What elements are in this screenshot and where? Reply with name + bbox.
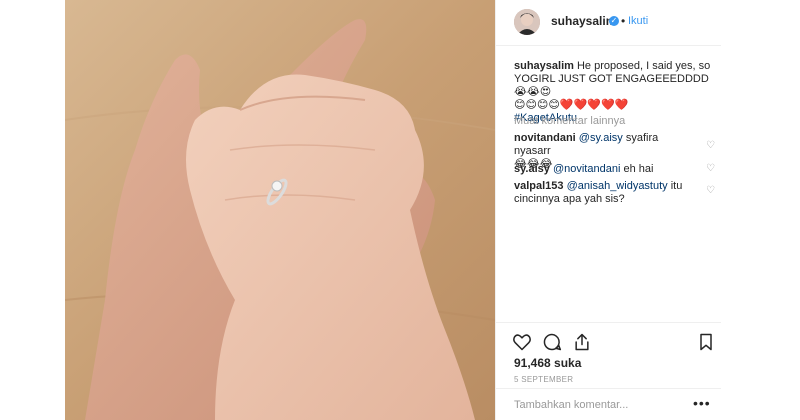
comment-text: eh hai: [623, 163, 654, 175]
avatar[interactable]: [514, 9, 540, 35]
comment-mention[interactable]: @sy.aisy: [579, 132, 623, 144]
more-options-icon[interactable]: •••: [693, 395, 711, 411]
separator-dot: •: [621, 14, 626, 28]
post-photo[interactable]: [65, 0, 495, 420]
post-actions-bar: 91,468 suka 5 SEPTEMBER Tambahkan koment…: [496, 322, 721, 418]
post-date: 5 SEPTEMBER: [514, 375, 574, 384]
comment-text: itu: [670, 180, 683, 192]
caption-username[interactable]: suhaysalim: [514, 60, 574, 72]
comment-item: valpal153 @anisah_widyastuty itu cincinn…: [514, 180, 692, 206]
load-more-comments-link[interactable]: Muat komentar lainnya: [514, 115, 625, 127]
comment-item: sy.aisy @novitandani eh hai: [514, 163, 692, 176]
like-count[interactable]: 91,468 suka: [514, 356, 581, 370]
comment-like-heart-icon[interactable]: ♡: [706, 163, 715, 174]
add-comment-bar: Tambahkan komentar... •••: [496, 388, 721, 419]
post-header: suhaysalim ✓ • Ikuti: [496, 0, 721, 46]
comment-mention[interactable]: @novitandani: [553, 163, 620, 175]
post-username[interactable]: suhaysalim: [551, 14, 616, 28]
speech-bubble-icon[interactable]: [542, 332, 562, 352]
follow-button[interactable]: Ikuti: [628, 15, 648, 27]
comment-text-2: cincinnya apa yah sis?: [514, 193, 625, 205]
add-comment-input[interactable]: Tambahkan komentar...: [514, 399, 628, 411]
comment-username[interactable]: valpal153: [514, 180, 564, 192]
caption-line-1: He proposed, I said yes, so: [576, 60, 711, 72]
diamond-ring: [271, 180, 283, 192]
hands-with-ring-image: [65, 0, 495, 420]
post-side-panel: suhaysalim ✓ • Ikuti suhaysalim He propo…: [495, 0, 721, 420]
comment-like-heart-icon[interactable]: ♡: [706, 185, 715, 196]
comment-username[interactable]: sy.aisy: [514, 163, 550, 175]
verified-badge-icon: ✓: [609, 16, 619, 26]
caption-line-3: 😊😊😊😊❤️❤️❤️❤️❤️: [514, 99, 629, 111]
comment-username[interactable]: novitandani: [514, 132, 576, 144]
instagram-post: suhaysalim ✓ • Ikuti suhaysalim He propo…: [65, 0, 721, 420]
bookmark-icon[interactable]: [696, 332, 716, 352]
comment-mention[interactable]: @anisah_widyastuty: [567, 180, 668, 192]
heart-outline-icon[interactable]: [512, 332, 532, 352]
share-icon[interactable]: [572, 332, 592, 352]
comment-like-heart-icon[interactable]: ♡: [706, 140, 715, 151]
caption-line-2: YOGIRL JUST GOT ENGAGEEEDDDD 😭😭😍: [514, 73, 709, 98]
